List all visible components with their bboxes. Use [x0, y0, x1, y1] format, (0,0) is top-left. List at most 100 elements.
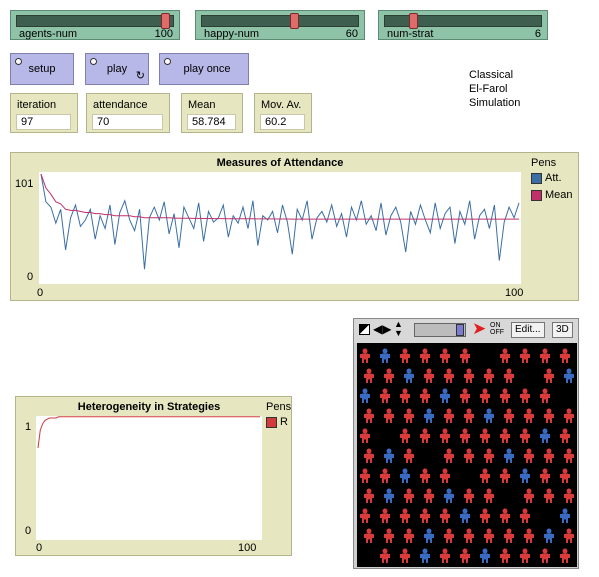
agent-person-icon [400, 348, 410, 363]
plot-title: Measures of Attendance [216, 157, 344, 169]
agent-person-icon [520, 388, 530, 403]
monitor-label: Mean [188, 99, 216, 111]
happy-num-slider[interactable]: happy-num 60 [195, 10, 365, 40]
agent-person-icon [544, 448, 554, 463]
agent-person-icon [384, 488, 394, 503]
agent-person-icon [464, 488, 474, 503]
agent-person-icon [420, 508, 430, 523]
agent-person-icon [420, 428, 430, 443]
slider-track[interactable] [16, 15, 174, 27]
agent-person-icon [460, 508, 470, 523]
agent-person-icon [560, 508, 570, 523]
slider-label: agents-num [19, 28, 78, 40]
agent-person-icon [420, 348, 430, 363]
agent-person-icon [500, 388, 510, 403]
world-view[interactable]: ◀▶ ▲ ▼ ➤ ON OFF Edit... 3D [353, 318, 579, 569]
y-max-label: 1 [25, 421, 32, 433]
agent-person-icon [424, 488, 434, 503]
agent-person-icon [464, 368, 474, 383]
agent-person-icon [484, 408, 494, 423]
speed-slider-thumb[interactable] [456, 324, 464, 336]
agent-person-icon [524, 408, 534, 423]
y-min-label: 0 [27, 271, 34, 283]
up-down-arrows-icon[interactable]: ▲ ▼ [394, 320, 403, 338]
legend-item-att: Att. [531, 172, 562, 184]
world-canvas[interactable] [357, 343, 577, 567]
monitor-value: 70 [97, 116, 110, 128]
agent-person-icon [440, 348, 450, 363]
setup-button[interactable]: setup [10, 53, 74, 85]
play-button[interactable]: play ↻ [85, 53, 149, 85]
slider-thumb[interactable] [409, 13, 419, 29]
agent-person-icon [400, 428, 410, 443]
legend-item-mean: Mean [531, 189, 573, 201]
agent-person-icon [560, 428, 570, 443]
agent-person-icon [464, 408, 474, 423]
agent-person-icon [460, 388, 470, 403]
legend-swatch [531, 189, 542, 201]
agents-num-slider[interactable]: agents-num 100 [10, 10, 180, 40]
agent-person-icon [564, 408, 574, 423]
slider-thumb[interactable] [289, 13, 299, 29]
agent-person-icon [460, 548, 470, 563]
agent-person-icon [560, 348, 570, 363]
edit-button[interactable]: Edit... [511, 322, 545, 338]
agent-person-icon [360, 348, 370, 363]
x-max-label: 100 [238, 542, 257, 554]
agent-person-icon [540, 388, 550, 403]
agent-person-icon [440, 508, 450, 523]
agent-person-icon [484, 488, 494, 503]
slider-label: num-strat [387, 28, 434, 40]
agent-person-icon [544, 408, 554, 423]
agent-person-icon [444, 488, 454, 503]
slider-value: 6 [534, 28, 541, 40]
agent-person-icon [460, 428, 470, 443]
agent-person-icon [480, 548, 490, 563]
monitor-label: attendance [93, 99, 148, 111]
slider-value: 60 [345, 28, 358, 40]
view-updates-toggle[interactable]: ON OFF [490, 322, 504, 336]
play-once-button[interactable]: play once [159, 53, 249, 85]
agent-person-icon [384, 368, 394, 383]
legend-label: Att. [545, 172, 562, 184]
agent-person-icon [484, 368, 494, 383]
agent-person-icon [540, 348, 550, 363]
num-strat-slider[interactable]: num-strat 6 [378, 10, 548, 40]
legend-swatch [266, 416, 277, 428]
agent-person-icon [500, 548, 510, 563]
shape-toggle-icon[interactable] [359, 324, 370, 335]
agent-person-icon [464, 528, 474, 543]
monitor-label: Mov. Av. [261, 99, 302, 111]
agent-person-icon [444, 448, 454, 463]
agent-person-icon [360, 468, 370, 483]
off-label: OFF [490, 329, 504, 336]
agent-person-icon [444, 408, 454, 423]
agent-person-icon [560, 548, 570, 563]
left-right-arrows-icon[interactable]: ◀▶ [373, 322, 391, 336]
attendance-plot: Measures of Attendance 101 0 0 100 Pens … [10, 152, 579, 301]
series-line-r [37, 416, 260, 449]
agents-layer [360, 348, 574, 563]
agent-person-icon [404, 408, 414, 423]
slider-label: happy-num [204, 28, 260, 40]
slider-track[interactable] [384, 15, 542, 27]
iteration-monitor: iteration 97 [10, 93, 78, 133]
agent-person-icon [504, 528, 514, 543]
agent-person-icon [480, 388, 490, 403]
agent-person-icon [384, 528, 394, 543]
slider-value: 100 [154, 28, 173, 40]
y-max-label: 101 [15, 178, 34, 190]
agent-person-icon [380, 388, 390, 403]
agent-person-icon [424, 368, 434, 383]
slider-thumb[interactable] [161, 13, 171, 29]
x-max-label: 100 [505, 287, 524, 299]
agent-person-icon [544, 488, 554, 503]
monitor-value: 60.2 [265, 116, 287, 128]
agent-person-icon [520, 468, 530, 483]
slider-track[interactable] [201, 15, 359, 27]
agent-person-icon [420, 388, 430, 403]
button-label: play once [183, 63, 231, 75]
agent-person-icon [360, 508, 370, 523]
3d-button[interactable]: 3D [552, 322, 573, 338]
speed-slider[interactable] [414, 323, 466, 337]
